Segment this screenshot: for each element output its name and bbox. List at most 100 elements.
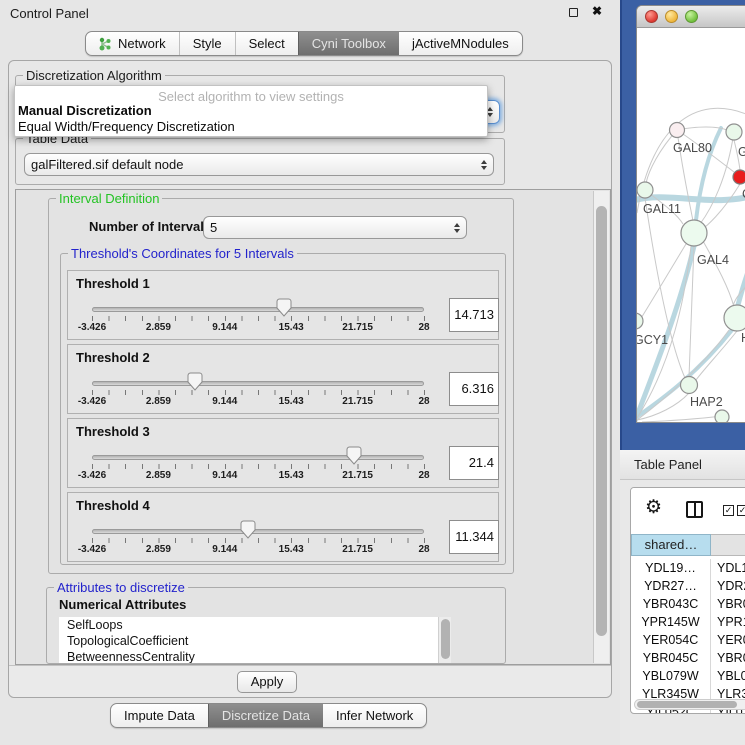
tab-infer-network[interactable]: Infer Network bbox=[323, 704, 426, 727]
attributes-group: Attributes to discretize Numerical Attri… bbox=[46, 587, 506, 664]
checkbox-icon[interactable]: ✓ bbox=[723, 505, 734, 516]
threshold-3-value-field[interactable]: 21.4 bbox=[449, 446, 499, 480]
cell: YPR145W bbox=[631, 613, 711, 631]
settings-vertical-scrollbar[interactable] bbox=[593, 191, 609, 663]
table-row[interactable]: YBR045CYBR0 bbox=[631, 649, 745, 667]
threshold-coordinates-label: Threshold's Coordinates for 5 Intervals bbox=[68, 246, 297, 261]
tab-cyni-toolbox[interactable]: Cyni Toolbox bbox=[298, 32, 399, 55]
tick-label: 28 bbox=[418, 322, 429, 333]
tick-label: 21.715 bbox=[342, 544, 373, 555]
threshold-2-value-field[interactable]: 6.316 bbox=[449, 372, 499, 406]
apply-button[interactable]: Apply bbox=[237, 671, 297, 693]
list-item[interactable]: SelfLoops bbox=[59, 617, 451, 633]
float-panel-icon[interactable] bbox=[569, 8, 578, 17]
table-rows: YDL19…YDL1 YDR27…YDR2 YBR043CYBR0 YPR145… bbox=[631, 559, 745, 714]
table-row[interactable]: YDL19…YDL1 bbox=[631, 559, 745, 577]
table-horizontal-scrollbar[interactable] bbox=[634, 699, 745, 710]
interval-definition-label: Interval Definition bbox=[56, 191, 162, 206]
control-panel-tabbar: Network Style Select Cyni Toolbox jActiv… bbox=[85, 31, 523, 56]
cell: YDR27… bbox=[631, 577, 711, 595]
network-graph: GAL80 GA C GAL11 GAL4 GCY1 H HAP2 bbox=[637, 28, 745, 423]
network-node[interactable] bbox=[726, 124, 742, 140]
threshold-2-title: Threshold 2 bbox=[76, 350, 150, 365]
node-label-hap2: HAP2 bbox=[690, 395, 723, 409]
table-data-value: galFiltered.sif default node bbox=[31, 157, 477, 172]
tab-jactive-label: jActiveMNodules bbox=[412, 32, 509, 55]
cell: YPR1 bbox=[711, 613, 745, 631]
tick-label: 28 bbox=[418, 544, 429, 555]
discretization-algorithm-label: Discretization Algorithm bbox=[23, 68, 165, 83]
threshold-1-title: Threshold 1 bbox=[76, 276, 150, 291]
slider-ticks bbox=[92, 316, 425, 321]
list-item[interactable]: TopologicalCoefficient bbox=[59, 633, 451, 649]
zoom-window-icon[interactable] bbox=[685, 10, 698, 23]
table-data-select[interactable]: galFiltered.sif default node bbox=[24, 153, 494, 176]
number-of-intervals-select[interactable]: 5 bbox=[203, 216, 467, 239]
list-item[interactable]: BetweennessCentrality bbox=[59, 649, 451, 663]
scrollbar-thumb[interactable] bbox=[637, 701, 737, 708]
table-row[interactable]: YBL079WYBL0 bbox=[631, 667, 745, 685]
table-row[interactable]: YDR27…YDR2 bbox=[631, 577, 745, 595]
scrollbar-thumb[interactable] bbox=[596, 206, 607, 636]
tab-network-label: Network bbox=[118, 32, 166, 55]
network-node-selected-red[interactable] bbox=[733, 170, 745, 184]
threshold-2-slider-track[interactable] bbox=[92, 381, 424, 386]
network-node-gal80[interactable] bbox=[670, 123, 685, 138]
threshold-1-slider-track[interactable] bbox=[92, 307, 424, 312]
threshold-1-value-field[interactable]: 14.713 bbox=[449, 298, 499, 332]
network-canvas[interactable]: GAL80 GA C GAL11 GAL4 GCY1 H HAP2 bbox=[637, 28, 745, 422]
tab-select-label: Select bbox=[249, 32, 285, 55]
network-node-gcy1[interactable] bbox=[637, 313, 643, 329]
column-header-name[interactable]: na bbox=[711, 534, 745, 556]
cell: YBR043C bbox=[631, 595, 711, 613]
dropdown-option-equal-width[interactable]: Equal Width/Frequency Discretization bbox=[15, 119, 487, 135]
tick-label: 15.43 bbox=[279, 470, 304, 481]
tick-label: -3.426 bbox=[78, 544, 106, 555]
minimize-window-icon[interactable] bbox=[665, 10, 678, 23]
cyni-bottom-tabbar: Impute Data Discretize Data Infer Networ… bbox=[110, 703, 427, 728]
network-window-titlebar[interactable] bbox=[637, 6, 745, 28]
threshold-4-title: Threshold 4 bbox=[76, 498, 150, 513]
gear-icon[interactable]: ⚙ bbox=[645, 496, 662, 519]
tab-network[interactable]: Network bbox=[86, 32, 179, 55]
slider-ticks bbox=[92, 464, 425, 469]
tick-label: 28 bbox=[418, 396, 429, 407]
columns-icon[interactable] bbox=[686, 501, 703, 518]
network-node-hap2[interactable] bbox=[681, 377, 698, 394]
number-of-intervals-label: Number of Intervals bbox=[89, 219, 211, 234]
close-window-icon[interactable] bbox=[645, 10, 658, 23]
threshold-4-slider-track[interactable] bbox=[92, 529, 424, 534]
network-node[interactable] bbox=[715, 410, 729, 423]
tab-jactivemnodules[interactable]: jActiveMNodules bbox=[399, 32, 522, 55]
tab-select[interactable]: Select bbox=[235, 32, 298, 55]
threshold-4-panel: Threshold 4 -3.426 2.859 9.144 15.43 bbox=[67, 492, 499, 562]
cell: YBR0 bbox=[711, 595, 745, 613]
threshold-3-slider-track[interactable] bbox=[92, 455, 424, 460]
dropdown-option-manual[interactable]: Manual Discretization bbox=[15, 103, 487, 119]
threshold-1-panel: Threshold 1 -3.426 2.859 9.144 15.43 bbox=[67, 270, 499, 340]
tick-label: 9.144 bbox=[212, 470, 237, 481]
cell: YER0 bbox=[711, 631, 745, 649]
threshold-4-value-field[interactable]: 11.344 bbox=[449, 520, 499, 554]
number-of-intervals-value: 5 bbox=[210, 220, 450, 235]
close-icon[interactable]: ✖ bbox=[592, 4, 602, 18]
node-label-gal4: GAL4 bbox=[697, 253, 729, 267]
tab-impute-label: Impute Data bbox=[124, 704, 195, 727]
interval-definition-group: Interval Definition Number of Intervals … bbox=[48, 198, 514, 574]
attributes-list-scrollbar[interactable] bbox=[438, 617, 451, 663]
checkbox-icon[interactable]: ✓ bbox=[737, 505, 745, 516]
cell: YBR0 bbox=[711, 649, 745, 667]
tab-impute-data[interactable]: Impute Data bbox=[111, 704, 208, 727]
network-node-gal4[interactable] bbox=[681, 220, 707, 246]
table-toolbar: ⚙ ✓ ✓ bbox=[631, 488, 745, 533]
network-node-h[interactable] bbox=[724, 305, 745, 331]
table-row[interactable]: YPR145WYPR1 bbox=[631, 613, 745, 631]
column-header-shared-name[interactable]: shared… bbox=[631, 534, 711, 556]
network-node-gal11[interactable] bbox=[637, 182, 653, 198]
table-data-group: Table Data galFiltered.sif default node bbox=[15, 138, 505, 185]
tab-discretize-data[interactable]: Discretize Data bbox=[208, 704, 323, 727]
table-panel-titlebar: Table Panel bbox=[620, 450, 745, 480]
table-row[interactable]: YER054CYER0 bbox=[631, 631, 745, 649]
tab-style[interactable]: Style bbox=[179, 32, 235, 55]
table-row[interactable]: YBR043CYBR0 bbox=[631, 595, 745, 613]
